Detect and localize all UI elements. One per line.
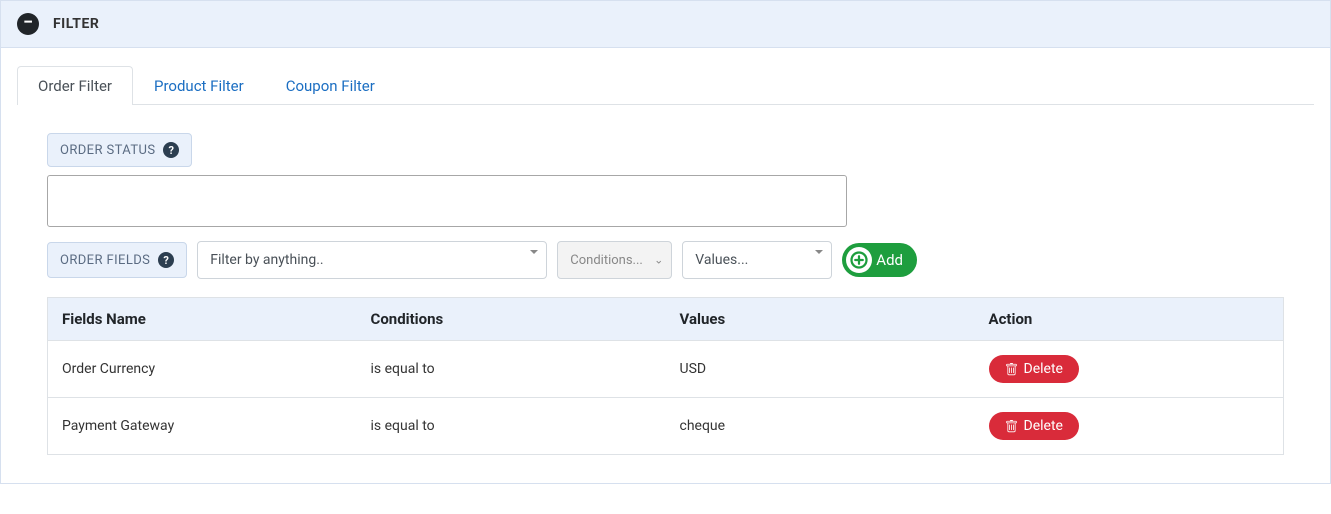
filter-field-dropdown[interactable]: Filter by anything..	[197, 241, 547, 279]
tab-order-filter[interactable]: Order Filter	[17, 66, 133, 105]
cell-value: cheque	[666, 398, 975, 455]
table-row: Order Currency is equal to USD Delete	[48, 341, 1284, 398]
conditions-placeholder: Conditions...	[570, 253, 643, 268]
cell-condition: is equal to	[357, 341, 666, 398]
header-fields: Fields Name	[48, 298, 357, 341]
delete-label: Delete	[1024, 361, 1063, 377]
values-placeholder: Values...	[695, 252, 748, 268]
trash-icon	[1005, 363, 1018, 376]
cell-action: Delete	[975, 398, 1284, 455]
table-row: Payment Gateway is equal to cheque Delet…	[48, 398, 1284, 455]
help-icon[interactable]: ?	[163, 142, 179, 158]
panel-title: FILTER	[53, 16, 99, 32]
order-fields-row: ORDER FIELDS ? Filter by anything.. Cond…	[47, 241, 1284, 279]
cell-field: Order Currency	[48, 341, 357, 398]
add-label: Add	[876, 251, 903, 269]
header-values: Values	[666, 298, 975, 341]
order-fields-text: ORDER FIELDS	[60, 253, 150, 268]
tab-product-filter[interactable]: Product Filter	[133, 66, 265, 105]
caret-icon	[530, 250, 538, 254]
order-status-text: ORDER STATUS	[60, 143, 155, 158]
tab-coupon-filter[interactable]: Coupon Filter	[265, 66, 396, 105]
chevron-down-icon: ⌄	[654, 254, 663, 267]
cell-value: USD	[666, 341, 975, 398]
panel-body: Order Filter Product Filter Coupon Filte…	[1, 48, 1330, 483]
table-header-row: Fields Name Conditions Values Action	[48, 298, 1284, 341]
delete-label: Delete	[1024, 418, 1063, 434]
plus-circle-icon	[846, 247, 872, 273]
values-dropdown[interactable]: Values...	[682, 241, 832, 279]
filter-field-placeholder: Filter by anything..	[210, 252, 323, 268]
filter-table: Fields Name Conditions Values Action Ord…	[47, 297, 1284, 455]
order-status-label: ORDER STATUS ?	[47, 133, 192, 167]
collapse-icon[interactable]: −	[17, 13, 39, 35]
order-status-input[interactable]	[47, 175, 847, 227]
header-conditions: Conditions	[357, 298, 666, 341]
conditions-dropdown[interactable]: Conditions... ⌄	[557, 241, 672, 279]
cell-action: Delete	[975, 341, 1284, 398]
delete-button[interactable]: Delete	[989, 355, 1079, 383]
add-button[interactable]: Add	[842, 243, 917, 277]
filter-panel: − FILTER Order Filter Product Filter Cou…	[0, 0, 1331, 484]
tab-content: ORDER STATUS ? ORDER FIELDS ? Filter by …	[17, 133, 1314, 455]
panel-header: − FILTER	[1, 1, 1330, 48]
trash-icon	[1005, 420, 1018, 433]
header-action: Action	[975, 298, 1284, 341]
tabs: Order Filter Product Filter Coupon Filte…	[17, 66, 1314, 105]
order-fields-label: ORDER FIELDS ?	[47, 242, 187, 278]
help-icon[interactable]: ?	[158, 252, 174, 268]
caret-icon	[815, 250, 823, 254]
delete-button[interactable]: Delete	[989, 412, 1079, 440]
cell-condition: is equal to	[357, 398, 666, 455]
cell-field: Payment Gateway	[48, 398, 357, 455]
